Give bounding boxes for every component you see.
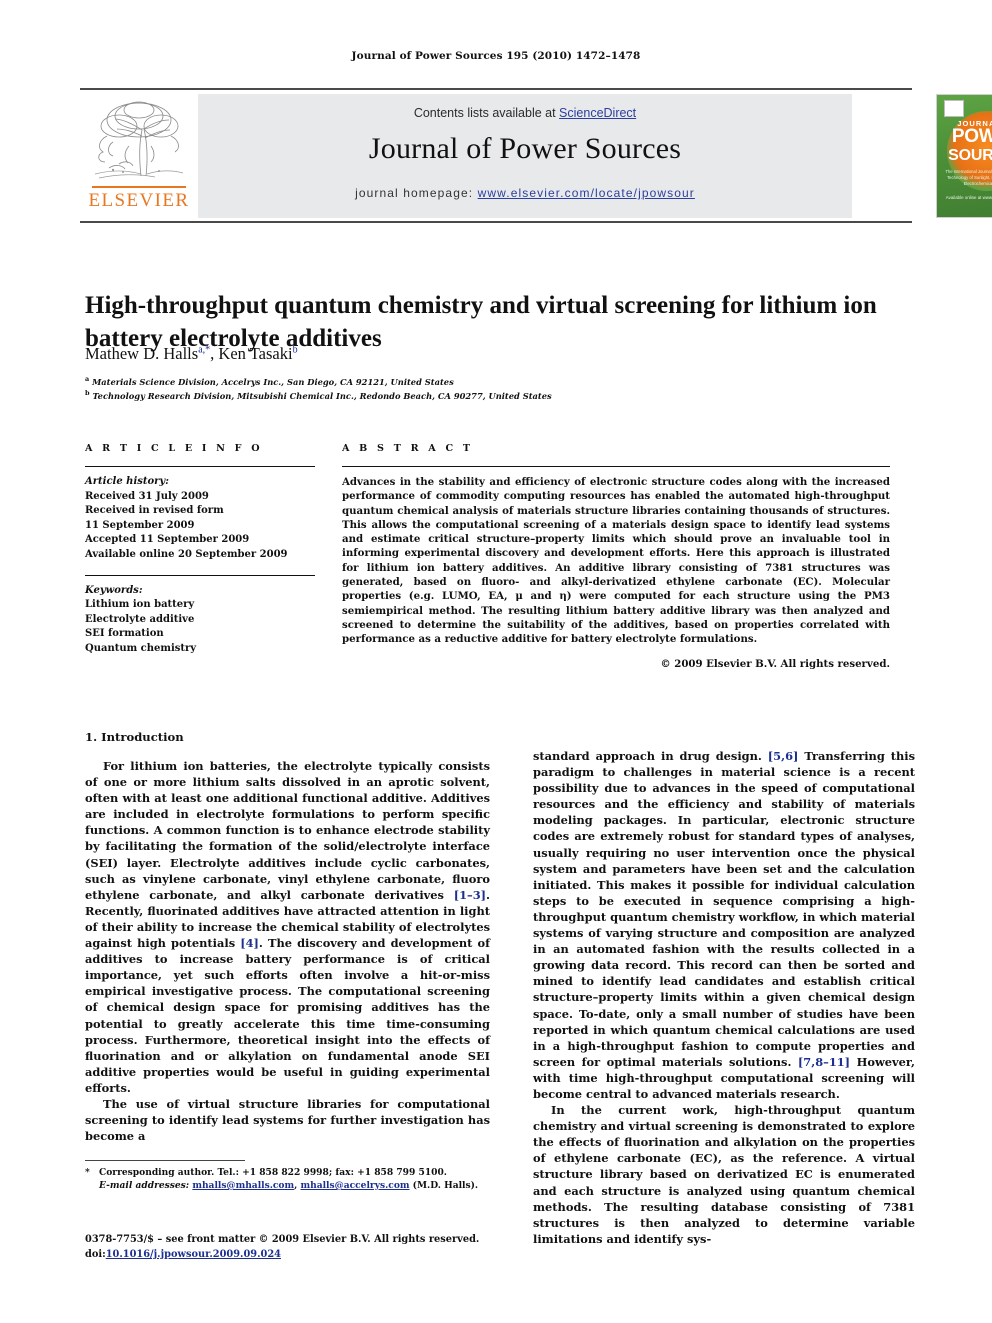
cover-word-sources: SOURCES bbox=[948, 147, 992, 164]
paragraph: standard approach in drug design. [5,6] … bbox=[533, 748, 915, 1102]
paragraph-part: For lithium ion batteries, the electroly… bbox=[85, 759, 490, 902]
abstract-block: A B S T R A C T Advances in the stabilit… bbox=[342, 443, 890, 670]
issn-front-matter: 0378-7753/$ – see front matter © 2009 El… bbox=[85, 1234, 480, 1245]
affiliation-a-text: Materials Science Division, Accelrys Inc… bbox=[92, 376, 454, 387]
article-info-block: A R T I C L E I N F O Article history: R… bbox=[85, 443, 315, 657]
article-info-divider-mid bbox=[85, 574, 315, 576]
email-link-2[interactable]: mhalls@accelrys.com bbox=[300, 1180, 409, 1191]
affiliations: a Materials Science Division, Accelrys I… bbox=[85, 374, 890, 403]
running-head: Journal of Power Sources 195 (2010) 1472… bbox=[351, 50, 641, 62]
author-2-affiliation-marker: b bbox=[292, 344, 298, 356]
footnote-block: * Corresponding author. Tel.: +1 858 822… bbox=[85, 1166, 490, 1192]
keyword-item: SEI formation bbox=[85, 628, 164, 640]
paragraph-part: standard approach in drug design. bbox=[533, 749, 768, 763]
keyword-item: Lithium ion battery bbox=[85, 599, 195, 611]
keyword-item: Electrolyte additive bbox=[85, 613, 195, 625]
article-history-item: 11 September 2009 bbox=[85, 519, 195, 531]
article-info-divider-top bbox=[85, 466, 315, 467]
homepage-label: journal homepage: bbox=[355, 186, 474, 200]
abstract-copyright: © 2009 Elsevier B.V. All rights reserved… bbox=[660, 657, 891, 670]
citation-ref[interactable]: [4] bbox=[240, 936, 259, 950]
article-info-heading: A R T I C L E I N F O bbox=[85, 443, 263, 454]
section-heading-introduction: 1. Introduction bbox=[85, 730, 184, 744]
elsevier-logo: ELSEVIER bbox=[83, 94, 195, 218]
affiliation-b-text: Technology Research Division, Mitsubishi… bbox=[92, 391, 552, 402]
article-history-item: Received 31 July 2009 bbox=[85, 490, 209, 502]
cover-subtitle: The International Journal on the Science… bbox=[945, 169, 992, 186]
author-name-1: Mathew D. Halls bbox=[85, 344, 199, 363]
citation-ref[interactable]: [1–3] bbox=[454, 888, 486, 902]
abstract-heading: A B S T R A C T bbox=[342, 443, 474, 454]
imprint-block: 0378-7753/$ – see front matter © 2009 El… bbox=[85, 1232, 515, 1262]
affiliation-a: a Materials Science Division, Accelrys I… bbox=[85, 374, 890, 388]
banner-inner-panel: Contents lists available at ScienceDirec… bbox=[198, 94, 852, 218]
journal-title: Journal of Power Sources bbox=[368, 132, 682, 165]
author-list: Mathew D. Hallsa,*, Ken Tasakib bbox=[85, 344, 298, 363]
abstract-divider bbox=[342, 466, 890, 467]
author-1-affiliation-marker: a,* bbox=[198, 344, 211, 356]
footnote-marker: * bbox=[85, 1167, 90, 1178]
article-history-label: Article history: bbox=[85, 476, 169, 487]
keyword-item: Quantum chemistry bbox=[85, 642, 197, 654]
homepage-url-link[interactable]: www.elsevier.com/locate/jpowsour bbox=[478, 186, 695, 200]
paragraph-part: Transferring this paradigm to challenges… bbox=[533, 749, 915, 1069]
journal-homepage-line: journal homepage: www.elsevier.com/locat… bbox=[198, 186, 852, 200]
article-history-item: Available online 20 September 2009 bbox=[85, 548, 288, 560]
article-history-item: Received in revised form bbox=[85, 505, 224, 517]
doi-line: doi:10.1016/j.jpowsour.2009.09.024 bbox=[85, 1247, 515, 1262]
paragraph: The use of virtual structure libraries f… bbox=[85, 1096, 490, 1144]
doi-label: doi: bbox=[85, 1249, 106, 1260]
email-link-1[interactable]: mhalls@mhalls.com bbox=[192, 1180, 294, 1191]
elsevier-tree-icon bbox=[89, 96, 189, 184]
abstract-text: Advances in the stability and efficiency… bbox=[342, 476, 890, 646]
doi-link[interactable]: 10.1016/j.jpowsour.2009.09.024 bbox=[106, 1249, 281, 1260]
affiliation-b: b Technology Research Division, Mitsubis… bbox=[85, 388, 890, 402]
contents-lists-line: Contents lists available at ScienceDirec… bbox=[198, 106, 852, 120]
contents-prefix: Contents lists available at bbox=[413, 106, 560, 120]
elsevier-rule bbox=[92, 186, 186, 188]
paragraph-part: . The discovery and development of addit… bbox=[85, 936, 490, 1095]
paragraph: For lithium ion batteries, the electroly… bbox=[85, 758, 490, 1096]
footnote-divider bbox=[85, 1160, 245, 1161]
affiliation-b-marker: b bbox=[85, 389, 90, 398]
journal-cover-image: JOURNAL OF POWER SOURCES The Internation… bbox=[936, 94, 992, 218]
cover-elsevier-badge-icon bbox=[944, 100, 964, 117]
sciencedirect-link[interactable]: ScienceDirect bbox=[559, 106, 636, 120]
body-column-left: 1. Introduction For lithium ion batterie… bbox=[85, 730, 490, 1144]
email-owner: (M.D. Halls). bbox=[409, 1180, 479, 1191]
body-column-right: standard approach in drug design. [5,6] … bbox=[533, 748, 915, 1247]
keywords-label: Keywords: bbox=[85, 584, 143, 596]
footnote-body: Corresponding author. Tel.: +1 858 822 9… bbox=[99, 1166, 490, 1192]
cover-sciencedirect-note: Available online at www.sciencedirect.co… bbox=[945, 195, 992, 200]
paragraph: In the current work, high-throughput qua… bbox=[533, 1103, 915, 1246]
article-history-item: Accepted 11 September 2009 bbox=[85, 534, 250, 546]
citation-ref[interactable]: [5,6] bbox=[768, 749, 799, 763]
footnote-corresponding-author: * Corresponding author. Tel.: +1 858 822… bbox=[85, 1166, 490, 1192]
email-label: E-mail addresses: bbox=[99, 1180, 190, 1191]
elsevier-wordmark: ELSEVIER bbox=[88, 190, 190, 211]
affiliation-a-marker: a bbox=[85, 375, 90, 383]
paper-page: Journal of Power Sources 195 (2010) 1472… bbox=[0, 0, 992, 1323]
cover-word-power: POWER bbox=[951, 126, 992, 147]
journal-cover-thumbnail: JOURNAL OF POWER SOURCES The Internation… bbox=[854, 94, 992, 218]
citation-ref[interactable]: [7,8–11] bbox=[798, 1055, 850, 1069]
corresponding-author-text: Corresponding author. Tel.: +1 858 822 9… bbox=[99, 1167, 447, 1178]
author-name-2: Ken Tasaki bbox=[218, 344, 293, 363]
journal-banner: ELSEVIER Contents lists available at Sci… bbox=[80, 88, 992, 223]
